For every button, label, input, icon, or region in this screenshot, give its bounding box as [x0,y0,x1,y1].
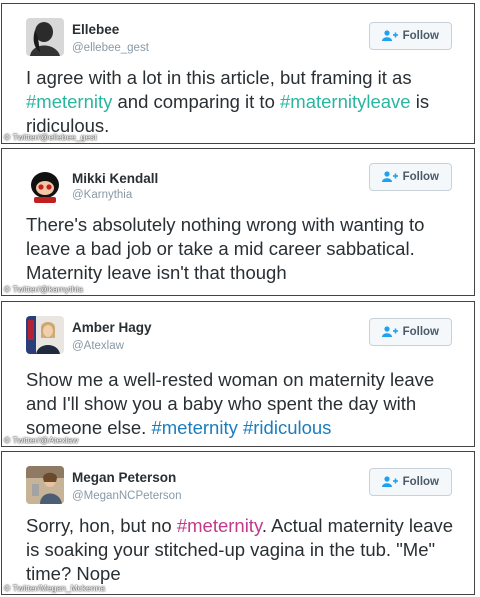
tweet-text: Show me a well-rested woman on maternity… [26,368,460,440]
follow-label: Follow [402,30,439,42]
follow-label: Follow [402,326,439,338]
tweet-card: Megan Peterson @MeganNCPeterson Follow S… [1,451,475,595]
text-segment: Sorry, hon, but no [26,515,177,536]
tweet-text: There's absolutely nothing wrong with wa… [26,213,460,285]
photo-credit: © Twitter/@karnythia [4,284,83,294]
follow-icon [381,30,398,41]
follow-button[interactable]: Follow [368,468,452,496]
tweet-text: I agree with a lot in this article, but … [26,66,460,138]
photo-credit: © Twitter/@Atexlaw [4,435,79,445]
user-handle[interactable]: @MeganNCPeterson [72,490,181,502]
hashtag-link[interactable]: #ridiculous [243,417,331,438]
avatar[interactable] [26,167,64,205]
hashtag-link[interactable]: #meternity [177,515,262,536]
follow-icon [381,171,398,182]
display-name[interactable]: Megan Peterson [72,470,176,485]
follow-button[interactable]: Follow [368,318,452,346]
text-segment: and comparing it to [112,91,280,112]
user-handle[interactable]: @ellebee_gest [72,42,149,54]
hashtag-link[interactable]: #meternity [26,91,112,112]
avatar[interactable] [26,18,64,56]
photo-credit: © Twitter/Megan_Mckenna [4,583,106,593]
tweet-card: Amber Hagy @Atexlaw Follow Show me a wel… [1,301,475,447]
display-name[interactable]: Ellebee [72,22,119,37]
user-handle[interactable]: @Atexlaw [72,340,124,352]
avatar[interactable] [26,466,64,504]
avatar[interactable] [26,316,64,354]
tweet-card: Mikki Kendall @Karnythia Follow There's … [1,148,475,296]
user-handle[interactable]: @Karnythia [72,189,132,201]
photo-credit: © Twitter/@ellebee_gest [4,132,97,142]
hashtag-link[interactable]: #meternity [151,417,237,438]
follow-button[interactable]: Follow [368,163,452,191]
follow-button[interactable]: Follow [368,22,452,50]
text-segment: There's absolutely nothing wrong with wa… [26,214,425,283]
tweet-card: Ellebee @ellebee_gest Follow I agree wit… [1,3,475,144]
follow-label: Follow [402,476,439,488]
follow-icon [381,476,398,487]
tweet-text: Sorry, hon, but no #meternity. Actual ma… [26,514,460,586]
text-segment: I agree with a lot in this article, but … [26,67,412,88]
hashtag-link[interactable]: #maternityleave [280,91,411,112]
follow-label: Follow [402,171,439,183]
follow-icon [381,326,398,337]
display-name[interactable]: Mikki Kendall [72,171,158,186]
display-name[interactable]: Amber Hagy [72,320,152,335]
